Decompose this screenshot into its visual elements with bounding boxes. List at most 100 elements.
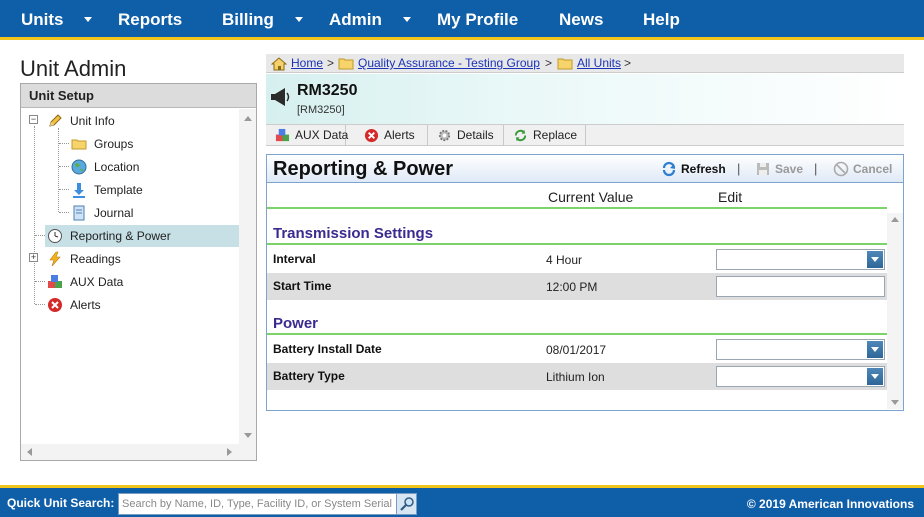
save-label: Save	[775, 162, 804, 176]
toolbar-divider: |	[737, 161, 741, 176]
nav-units[interactable]: Units	[21, 0, 64, 40]
tree-connector	[59, 212, 69, 213]
scroll-right-icon[interactable]	[227, 448, 232, 456]
tab-label: Replace	[533, 128, 578, 142]
search-icon	[400, 497, 414, 511]
tree-horizontal-scrollbar[interactable]	[21, 444, 256, 460]
battery-install-date-select[interactable]	[716, 339, 885, 360]
interval-select[interactable]	[716, 249, 885, 270]
section-title: Power	[273, 315, 319, 332]
chevron-down-icon[interactable]	[867, 368, 883, 385]
tab-label: Alerts	[384, 128, 415, 142]
column-headers: Current Value Edit	[267, 185, 887, 209]
top-nav: Units Reports Billing Admin My Profile N…	[0, 0, 924, 40]
tree-item-label: Location	[94, 160, 140, 174]
breadcrumb-separator: >	[624, 56, 632, 70]
tree-connector	[59, 143, 69, 144]
folder-icon	[338, 58, 354, 70]
collapse-toggle-icon[interactable]: −	[29, 115, 38, 124]
quick-search-button[interactable]	[396, 493, 417, 515]
cancel-icon	[833, 161, 849, 177]
save-disk-icon	[757, 163, 769, 175]
row-battery-type: Battery Type Lithium Ion	[267, 363, 887, 390]
tree-connector	[35, 235, 45, 236]
tree-item-label: Readings	[70, 252, 121, 266]
panel-header: Reporting & Power Refresh | Save | Cance…	[267, 155, 903, 183]
tab-alerts[interactable]: Alerts	[355, 125, 428, 146]
cancel-label: Cancel	[853, 162, 893, 176]
breadcrumb: Home > Quality Assurance - Testing Group…	[266, 54, 904, 73]
tree-connector	[34, 126, 35, 304]
nav-billing[interactable]: Billing	[222, 0, 274, 40]
nav-admin[interactable]: Admin	[329, 0, 382, 40]
panel-vertical-scrollbar[interactable]	[887, 213, 903, 409]
tree-item-label: Unit Info	[70, 114, 115, 128]
page-title: Unit Admin	[20, 56, 127, 81]
tree-item-label: Alerts	[70, 298, 101, 312]
scroll-down-icon[interactable]	[891, 400, 899, 405]
refresh-label: Refresh	[681, 162, 726, 176]
tab-label: AUX Data	[295, 128, 349, 142]
row-label: Battery Install Date	[273, 342, 382, 356]
tab-label: Details	[457, 128, 494, 142]
breadcrumb-separator: >	[327, 56, 335, 70]
scroll-down-icon[interactable]	[244, 433, 252, 438]
quick-search-input[interactable]	[118, 493, 397, 515]
chevron-down-icon[interactable]	[867, 341, 883, 358]
quick-search-label: Quick Unit Search:	[7, 496, 115, 510]
battery-type-select[interactable]	[716, 366, 885, 387]
start-time-input[interactable]	[716, 276, 885, 297]
unit-name: RM3250	[297, 82, 358, 99]
nav-admin-chevron-down-icon[interactable]	[403, 17, 411, 22]
chevron-down-icon[interactable]	[867, 251, 883, 268]
folder-icon	[71, 139, 87, 150]
tab-replace[interactable]: Replace	[504, 125, 586, 146]
gear-icon	[438, 129, 451, 142]
tree-vertical-scrollbar[interactable]	[239, 109, 256, 445]
globe-icon	[71, 159, 87, 175]
scroll-up-icon[interactable]	[244, 116, 252, 121]
unit-id: [RM3250]	[297, 104, 345, 116]
breadcrumb-home[interactable]: Home	[291, 56, 323, 70]
lightning-icon	[49, 251, 61, 267]
alert-x-icon	[48, 298, 62, 312]
cubes-icon	[275, 128, 290, 142]
unit-tabs: AUX Data Alerts Details Replace	[266, 124, 904, 146]
column-current-value: Current Value	[548, 189, 634, 205]
unit-header: RM3250 [RM3250]	[266, 74, 904, 124]
nav-reports[interactable]: Reports	[118, 0, 182, 40]
row-value: 08/01/2017	[546, 343, 607, 357]
journal-icon	[73, 205, 85, 221]
nav-my-profile[interactable]: My Profile	[437, 0, 518, 40]
tree-connector	[35, 304, 45, 305]
footer: Quick Unit Search: © 2019 American Innov…	[0, 485, 924, 517]
tree-item-label: Journal	[94, 206, 134, 220]
row-interval: Interval 4 Hour	[267, 246, 887, 273]
clock-icon	[48, 229, 62, 243]
nav-units-chevron-down-icon[interactable]	[84, 17, 92, 22]
nav-news[interactable]: News	[559, 0, 603, 40]
scroll-left-icon[interactable]	[27, 448, 32, 456]
scroll-up-icon[interactable]	[891, 217, 899, 222]
tab-aux-data[interactable]: AUX Data	[266, 125, 349, 146]
recycle-icon	[514, 129, 527, 142]
tree-connector	[59, 166, 69, 167]
row-label: Interval	[273, 252, 316, 266]
tree-connector	[58, 128, 59, 212]
breadcrumb-group[interactable]: Quality Assurance - Testing Group	[358, 56, 540, 70]
tree-item-label: AUX Data	[70, 275, 124, 289]
tab-details[interactable]: Details	[428, 125, 504, 146]
breadcrumb-all-units[interactable]: All Units	[577, 56, 621, 70]
breadcrumb-separator: >	[545, 56, 553, 70]
folder-icon	[557, 58, 573, 70]
row-label: Battery Type	[273, 369, 345, 383]
expand-toggle-icon[interactable]: +	[29, 253, 38, 262]
row-label: Start Time	[273, 279, 332, 293]
section-transmission-settings: Transmission Settings	[267, 219, 887, 245]
nav-help[interactable]: Help	[643, 0, 680, 40]
nav-billing-chevron-down-icon[interactable]	[295, 17, 303, 22]
section-title: Transmission Settings	[273, 225, 434, 242]
row-value: 4 Hour	[546, 253, 583, 267]
tree-item-label: Template	[94, 183, 143, 197]
panel-title: Reporting & Power	[273, 158, 454, 180]
